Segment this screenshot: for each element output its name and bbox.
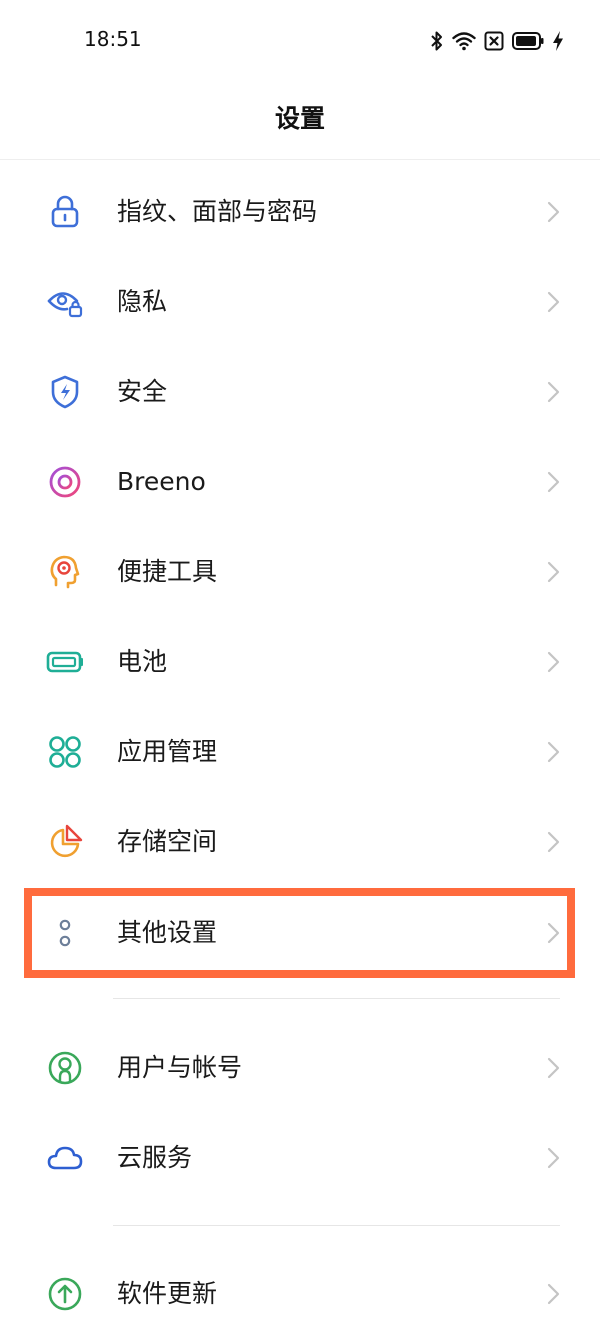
chevron-right-icon [544, 470, 562, 494]
settings-item-label: 电池 [117, 647, 168, 676]
status-icons [430, 28, 564, 54]
charging-icon [552, 30, 564, 52]
settings-item-other-settings[interactable]: 其他设置 [0, 888, 600, 978]
status-time: 18:51 [84, 27, 142, 51]
settings-item-label: 指纹、面部与密码 [117, 197, 318, 226]
settings-item-label: 云服务 [117, 1143, 193, 1172]
more-dots-icon [46, 914, 84, 952]
settings-item-label: 存储空间 [117, 827, 218, 856]
chevron-right-icon [544, 1146, 562, 1170]
settings-item-label: 应用管理 [117, 737, 218, 766]
chevron-right-icon [544, 380, 562, 404]
settings-item-label: Breeno [117, 467, 206, 496]
battery-icon [512, 32, 544, 50]
settings-item-label: 安全 [117, 377, 168, 406]
sim-x-icon [484, 31, 504, 51]
settings-item-security[interactable]: 安全 [0, 347, 600, 437]
battery-icon [46, 643, 84, 681]
shield-bolt-icon [46, 373, 84, 411]
chevron-right-icon [544, 740, 562, 764]
cloud-icon [46, 1139, 84, 1177]
chevron-right-icon [544, 650, 562, 674]
chevron-right-icon [544, 1282, 562, 1306]
title-bar: 设置 [0, 80, 600, 160]
settings-item-label: 隐私 [117, 287, 168, 316]
chevron-right-icon [544, 921, 562, 945]
breeno-ring-icon [46, 463, 84, 501]
settings-item-users-accounts[interactable]: 用户与帐号 [0, 1023, 600, 1113]
chevron-right-icon [544, 830, 562, 854]
chevron-right-icon [544, 290, 562, 314]
chevron-right-icon [544, 560, 562, 584]
divider [113, 998, 560, 999]
settings-item-privacy[interactable]: 隐私 [0, 257, 600, 347]
settings-item-software-update[interactable]: 软件更新 [0, 1249, 600, 1339]
page-title: 设置 [274, 104, 325, 133]
settings-item-battery[interactable]: 电池 [0, 617, 600, 707]
settings-item-storage[interactable]: 存储空间 [0, 797, 600, 887]
settings-item-app-management[interactable]: 应用管理 [0, 707, 600, 797]
head-target-icon [46, 553, 84, 591]
wifi-icon [452, 31, 476, 51]
chevron-right-icon [544, 1056, 562, 1080]
settings-item-fingerprint-face-password[interactable]: 指纹、面部与密码 [0, 167, 600, 257]
user-icon [46, 1049, 84, 1087]
settings-item-convenience-tools[interactable]: 便捷工具 [0, 527, 600, 617]
bluetooth-icon [430, 30, 444, 52]
storage-pie-icon [46, 823, 84, 861]
lock-icon [46, 193, 84, 231]
app-grid-icon [46, 733, 84, 771]
chevron-right-icon [544, 200, 562, 224]
settings-item-cloud-service[interactable]: 云服务 [0, 1113, 600, 1203]
update-arrow-icon [46, 1275, 84, 1313]
settings-item-label: 其他设置 [117, 918, 218, 947]
status-bar: 18:51 [0, 0, 600, 80]
settings-item-label: 用户与帐号 [117, 1053, 243, 1082]
settings-item-label: 软件更新 [117, 1279, 218, 1308]
divider [113, 1225, 560, 1226]
privacy-eye-lock-icon [46, 283, 84, 321]
settings-item-breeno[interactable]: Breeno [0, 437, 600, 527]
settings-item-label: 便捷工具 [117, 557, 218, 586]
